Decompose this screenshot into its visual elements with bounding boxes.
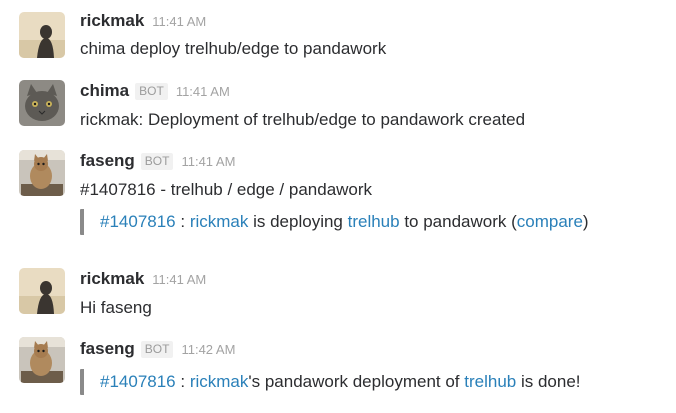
avatar[interactable] (19, 80, 65, 126)
avatar-faseng-cat-icon (19, 150, 65, 196)
message-text: #1407816 - trelhub / edge / pandawork (80, 180, 373, 199)
timestamp[interactable]: 11:41 AM (181, 154, 235, 169)
compare-link[interactable]: compare (517, 212, 583, 231)
timestamp[interactable]: 11:42 AM (181, 342, 235, 357)
attachment-text: is deploying (248, 212, 348, 231)
attachment-text: 's pandawork deployment of (248, 372, 465, 391)
message-text: chima deploy trelhub/edge to pandawork (80, 39, 387, 58)
message-header: rickmak 11:41 AM (80, 10, 206, 32)
message-text: rickmak: Deployment of trelhub/edge to p… (80, 110, 526, 129)
message-header: faseng BOT 11:41 AM (80, 150, 235, 172)
deploy-id-link[interactable]: #1407816 (100, 372, 176, 391)
message-header: faseng BOT 11:42 AM (80, 338, 235, 360)
avatar[interactable] (19, 337, 65, 383)
attachment-text: : (175, 372, 190, 391)
timestamp[interactable]: 11:41 AM (152, 272, 206, 287)
avatar[interactable] (19, 150, 65, 196)
author-name[interactable]: faseng (80, 151, 135, 171)
avatar-rickmak-icon (19, 268, 65, 314)
attachment: #1407816 : rickmak's pandawork deploymen… (80, 369, 581, 395)
timestamp[interactable]: 11:41 AM (176, 84, 230, 99)
attachment: #1407816 : rickmak is deploying trelhub … (80, 209, 589, 235)
bot-badge: BOT (135, 82, 168, 100)
repo-link[interactable]: trelhub (464, 372, 516, 391)
attachment-text: to pandawork ( (399, 212, 517, 231)
author-name[interactable]: rickmak (80, 269, 144, 289)
timestamp[interactable]: 11:41 AM (152, 14, 206, 29)
repo-link[interactable]: trelhub (348, 212, 400, 231)
bot-badge: BOT (140, 152, 174, 170)
attachment-text: is done! (516, 372, 581, 391)
avatar-faseng-cat-icon (19, 337, 65, 383)
deploy-id-link[interactable]: #1407816 (100, 212, 176, 231)
user-link[interactable]: rickmak (190, 372, 249, 391)
author-name[interactable]: faseng (80, 339, 135, 359)
avatar-rickmak-icon (19, 12, 65, 58)
message-header: rickmak 11:41 AM (80, 268, 206, 290)
message-header: chima BOT 11:41 AM (80, 80, 230, 102)
user-link[interactable]: rickmak (190, 212, 249, 231)
avatar-chima-cat-icon (19, 80, 65, 126)
attachment-text: : (175, 212, 190, 231)
attachment-text: ) (582, 212, 589, 231)
author-name[interactable]: rickmak (80, 11, 144, 31)
avatar[interactable] (19, 12, 65, 58)
author-name[interactable]: chima (80, 81, 129, 101)
avatar[interactable] (19, 268, 65, 314)
bot-badge: BOT (140, 340, 174, 358)
message-text: Hi faseng (80, 298, 152, 317)
